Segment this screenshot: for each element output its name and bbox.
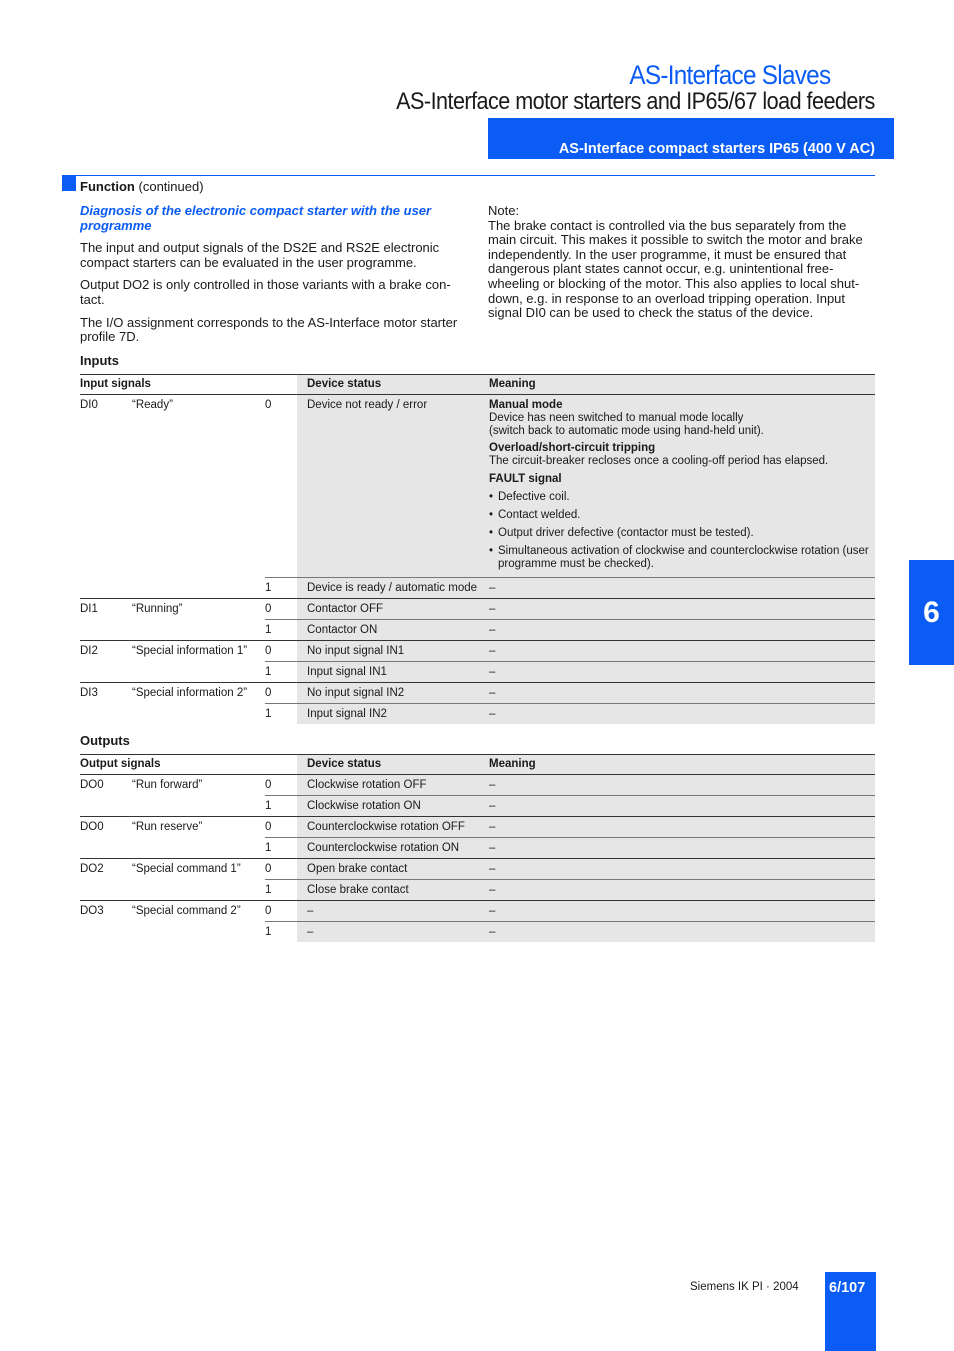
function-label: Function [80,179,135,194]
table-row: 1 Input signal IN1 – [80,661,875,683]
table-row: 1 Close brake contact – [80,879,875,901]
paragraph: Output DO2 is only controlled in those v… [80,277,451,307]
page-number: 6/107 [829,1280,866,1296]
chapter-tab: 6 [909,560,954,665]
table-row: DO3 “Special command 2” 0 – – [80,900,875,922]
page-number-box: 6/107 [825,1272,876,1351]
left-column: Diagnosis of the electronic compact star… [80,203,470,353]
section-bar-label: AS-Interface compact starters IP65 (400 … [558,141,875,157]
col-header-meaning: Meaning [479,374,875,395]
table-row: 1 Device is ready / automatic mode – [80,577,875,599]
meaning-cell: Manual mode Device has neen switched to … [479,394,875,578]
list-item: • Output driver defective (contactor must… [489,527,754,539]
table-row: DI1 “Running” 0 Contactor OFF – [80,598,875,620]
table-row: 1 Contactor ON – [80,619,875,641]
col-header-signals: Input signals [80,374,297,395]
inputs-table: Input signals Device status Meaning DI0 … [80,374,875,724]
divider [76,175,875,176]
list-item: • Contact welded. [489,509,581,521]
table-row: 1 – – [80,921,875,942]
col-header-status: Device status [297,754,479,775]
table-header-row: Output signals Device status Meaning [80,754,875,775]
table-row: DO2 “Special command 1” 0 Open brake con… [80,858,875,880]
col-header-signals: Output signals [80,754,297,775]
table-row: 1 Clockwise rotation ON – [80,795,875,817]
section-bar: AS-Interface compact starters IP65 (400 … [488,118,894,159]
paragraph: The input and output signals of the DS2E… [80,240,440,270]
right-column: Note: The brake contact is controlled vi… [488,203,878,321]
table-row: DO0 “Run reserve” 0 Counterclockwise rot… [80,816,875,838]
list-item: • Defective coil. [489,491,570,503]
table-row: DO0 “Run forward” 0 Clockwise rotation O… [80,774,875,796]
page-subtitle: AS-Interface motor starters and IP65/67 … [396,88,875,115]
col-header-meaning: Meaning [479,754,875,775]
diagnosis-heading: Diagnosis of the electronic compact star… [80,203,432,233]
function-heading: Function (continued) [80,179,204,194]
section-marker-icon [62,175,76,191]
table-header-row: Input signals Device status Meaning [80,374,875,395]
paragraph: The I/O assignment corresponds to the AS… [80,314,458,345]
table-row: DI0 “Ready” 0 Device not ready / error M… [80,394,875,578]
outputs-table: Output signals Device status Meaning DO0… [80,754,875,942]
page-title: AS-Interface Slaves [628,60,831,90]
footer-publisher: Siemens IK PI · 2004 [690,1281,799,1293]
function-suffix: (continued) [138,179,204,194]
note-text: The brake contact is controlled via the … [488,217,863,321]
table-row: DI2 “Special information 1” 0 No input s… [80,640,875,662]
outputs-heading: Outputs [80,733,130,748]
table-row: 1 Input signal IN2 – [80,703,875,724]
note-label: Note: [488,203,520,218]
list-item: • Simultaneous activation of clockwise an… [489,545,869,570]
col-header-status: Device status [297,374,479,395]
table-row: DI3 “Special information 2” 0 No input s… [80,682,875,704]
table-row: 1 Counterclockwise rotation ON – [80,837,875,859]
inputs-heading: Inputs [80,353,119,368]
